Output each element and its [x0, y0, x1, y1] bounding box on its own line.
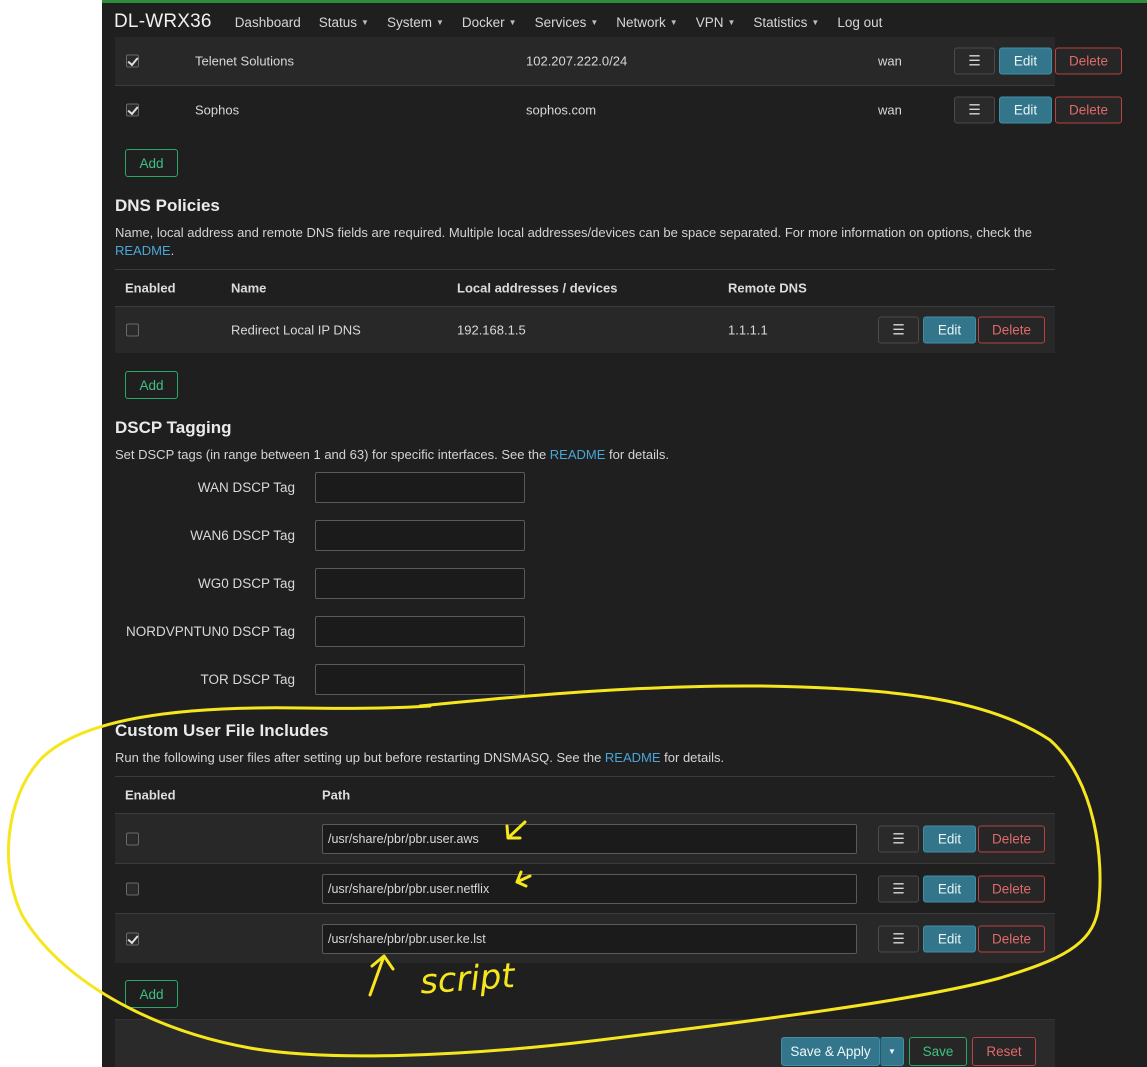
column-header: Local addresses / devices [457, 280, 618, 296]
path-input[interactable] [322, 873, 857, 904]
dns-policies-description: Name, local address and remote DNS field… [115, 225, 1032, 258]
enabled-checkbox[interactable] [126, 54, 139, 68]
readme-link[interactable]: README [550, 447, 606, 462]
brand-logo[interactable]: DL-WRX36 [114, 11, 212, 33]
dscp-description: Set DSCP tags (in range between 1 and 63… [115, 447, 670, 462]
policy-interface: wan [878, 102, 902, 117]
delete-button[interactable]: Delete [978, 925, 1045, 952]
caret-down-icon: ▼ [727, 17, 736, 27]
save-apply-dropdown-toggle[interactable]: ▼ [880, 1037, 904, 1066]
nav-status[interactable]: Status ▼ [319, 15, 369, 30]
policy-name: Telenet Solutions [195, 53, 295, 69]
delete-button[interactable]: Delete [978, 825, 1045, 852]
save-button[interactable]: Save [909, 1037, 967, 1066]
policy-destination: 102.207.222.0/24 [526, 53, 628, 69]
column-header: Name [231, 280, 267, 296]
delete-button[interactable]: Delete [978, 316, 1045, 344]
drag-handle-button[interactable]: ☰ [878, 825, 919, 852]
includes-table-header: Enabled Path [115, 776, 1055, 813]
readme-link[interactable]: README [605, 750, 661, 765]
add-include-button[interactable]: Add [125, 980, 178, 1008]
tor-dscp-input[interactable] [315, 664, 525, 695]
app-window: DL-WRX36 Dashboard Status ▼ System ▼ Docke… [102, 0, 1147, 1067]
table-row: Redirect Local IP DNS 192.168.1.5 1.1.1.… [115, 306, 1055, 353]
wan-dscp-input[interactable] [315, 472, 525, 503]
delete-button[interactable]: Delete [1055, 96, 1122, 123]
reset-button[interactable]: Reset [972, 1037, 1036, 1066]
wan6-dscp-input[interactable] [315, 520, 525, 551]
delete-button[interactable]: Delete [978, 875, 1045, 902]
delete-button[interactable]: Delete [1055, 47, 1122, 75]
caret-down-icon: ▼ [361, 17, 369, 27]
dscp-title: DSCP Tagging [115, 418, 232, 437]
dns-local-address: 192.168.1.5 [457, 322, 526, 338]
drag-handle-button[interactable]: ☰ [878, 875, 919, 902]
dns-remote: 1.1.1.1 [728, 322, 768, 338]
nav-docker[interactable]: Docker ▼ [462, 15, 517, 30]
wg0-dscp-label: WG0 DSCP Tag [197, 576, 295, 591]
policy-interface: wan [878, 53, 902, 69]
dns-table-header: Enabled Name Local addresses / devices R… [115, 269, 1055, 306]
table-row: ☰ Edit Delete [115, 863, 1055, 913]
wan-dscp-label: WAN DSCP Tag [197, 480, 295, 495]
caret-down-icon: ▼ [590, 17, 599, 27]
column-header: Remote DNS [728, 280, 807, 296]
enabled-checkbox[interactable] [126, 323, 139, 337]
edit-button[interactable]: Edit [999, 47, 1052, 75]
add-policy-button[interactable]: Add [125, 149, 178, 177]
nav-system[interactable]: System ▼ [387, 15, 444, 30]
wg0-dscp-input[interactable] [315, 568, 525, 599]
add-dns-policy-button[interactable]: Add [125, 371, 178, 399]
table-row: Telenet Solutions 102.207.222.0/24 wan ☰… [115, 37, 1122, 85]
top-navbar: DL-WRX36 Dashboard Status ▼ System ▼ Docke… [102, 3, 1147, 41]
save-apply-button[interactable]: Save & Apply [781, 1037, 880, 1066]
column-header: Enabled [125, 280, 176, 296]
drag-handle-button[interactable]: ☰ [954, 47, 995, 75]
enabled-checkbox[interactable] [126, 882, 139, 895]
wan6-dscp-label: WAN6 DSCP Tag [190, 528, 295, 543]
enabled-checkbox[interactable] [126, 932, 139, 945]
includes-title: Custom User File Includes [115, 721, 329, 740]
caret-down-icon: ▼ [811, 17, 820, 27]
edit-button[interactable]: Edit [923, 316, 976, 344]
dns-policy-name: Redirect Local IP DNS [231, 322, 361, 338]
caret-down-icon: ▼ [508, 17, 517, 27]
nav-statistics[interactable]: Statistics ▼ [753, 15, 819, 30]
edit-button[interactable]: Edit [923, 825, 976, 852]
path-input[interactable] [322, 923, 857, 954]
drag-handle-button[interactable]: ☰ [878, 316, 919, 344]
nordvpntun0-dscp-label: NORDVPNTUN0 DSCP Tag [125, 624, 295, 639]
table-row: ☰ Edit Delete [115, 913, 1055, 963]
path-input[interactable] [322, 823, 857, 854]
edit-button[interactable]: Edit [923, 925, 976, 952]
edit-button[interactable]: Edit [923, 875, 976, 902]
nav-vpn[interactable]: VPN ▼ [696, 15, 736, 30]
edit-button[interactable]: Edit [999, 96, 1052, 123]
table-row: Sophos sophos.com wan ☰ Edit Delete [115, 85, 1122, 133]
policy-name: Sophos [195, 102, 240, 117]
drag-handle-button[interactable]: ☰ [878, 925, 919, 952]
caret-down-icon: ▼ [888, 1047, 896, 1056]
enabled-checkbox[interactable] [126, 832, 139, 845]
caret-down-icon: ▼ [435, 17, 444, 27]
readme-link[interactable]: README [115, 243, 171, 258]
nav-network[interactable]: Network ▼ [616, 15, 677, 30]
drag-handle-button[interactable]: ☰ [954, 96, 995, 123]
nav-services[interactable]: Services ▼ [535, 15, 599, 30]
page-actions-footer: Save & Apply ▼ Save Reset [115, 1019, 1055, 1067]
enabled-checkbox[interactable] [126, 103, 139, 116]
nav-dashboard[interactable]: Dashboard [235, 15, 301, 30]
includes-description: Run the following user files after setti… [115, 750, 725, 765]
column-header: Enabled [125, 787, 176, 803]
header-accent-line [102, 0, 1147, 3]
column-header: Path [322, 787, 351, 803]
nordvpntun0-dscp-input[interactable] [315, 616, 525, 647]
tor-dscp-label: TOR DSCP Tag [200, 672, 295, 687]
nav-logout[interactable]: Log out [837, 15, 882, 30]
dns-policies-title: DNS Policies [115, 196, 220, 215]
policy-destination: sophos.com [526, 102, 597, 117]
table-row: ☰ Edit Delete [115, 813, 1055, 863]
caret-down-icon: ▼ [669, 17, 678, 27]
